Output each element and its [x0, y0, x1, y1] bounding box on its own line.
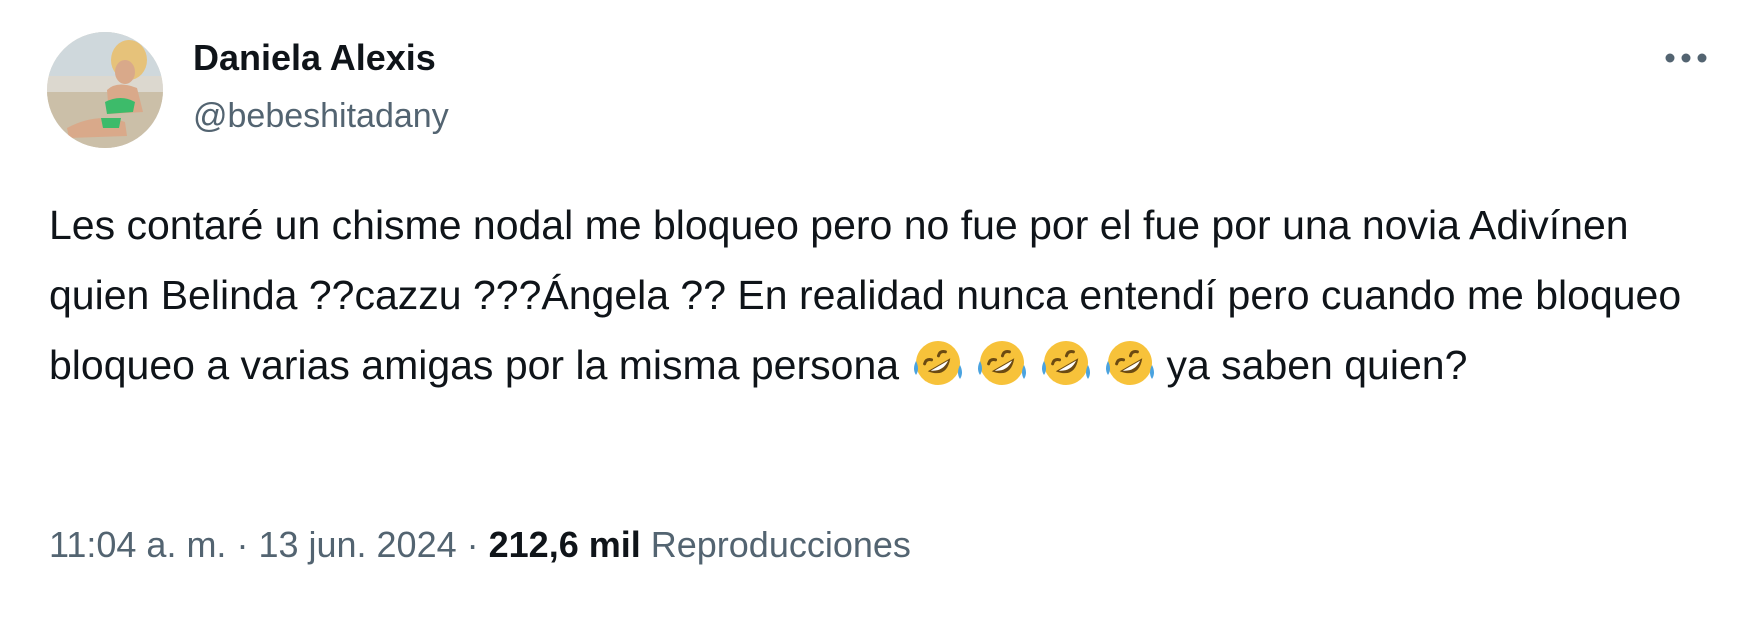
rolling-laughing-emoji-icon — [1102, 335, 1158, 391]
author-info: Daniela Alexis @bebeshitadany — [193, 34, 449, 140]
views-label: Reproducciones — [650, 524, 911, 565]
rolling-laughing-emoji-icon — [974, 335, 1030, 391]
rolling-laughing-emoji-icon — [910, 335, 966, 391]
tweet-text-after-emoji: ya saben quien? — [1166, 342, 1468, 388]
meta-separator: · — [226, 524, 259, 565]
author-handle[interactable]: @bebeshitadany — [193, 92, 449, 140]
author-display-name[interactable]: Daniela Alexis — [193, 34, 449, 82]
tweet-body: Les contaré un chisme nodal me bloqueo p… — [49, 190, 1709, 400]
tweet-meta: 11:04 a. m. · 13 jun. 2024 · 212,6 mil R… — [49, 520, 911, 570]
views-count: 212,6 mil — [488, 524, 641, 565]
tweet-card: Daniela Alexis @bebeshitadany Les contar… — [0, 0, 1746, 620]
more-options-button[interactable] — [1660, 40, 1712, 76]
emoji-group — [910, 341, 1166, 388]
author-avatar[interactable] — [47, 32, 163, 148]
rolling-laughing-emoji-icon — [1038, 335, 1094, 391]
tweet-time[interactable]: 11:04 a. m. — [49, 524, 226, 565]
more-dots-icon — [1665, 53, 1707, 63]
avatar-photo-icon — [47, 32, 163, 148]
meta-separator: · — [456, 524, 489, 565]
tweet-date[interactable]: 13 jun. 2024 — [258, 524, 456, 565]
